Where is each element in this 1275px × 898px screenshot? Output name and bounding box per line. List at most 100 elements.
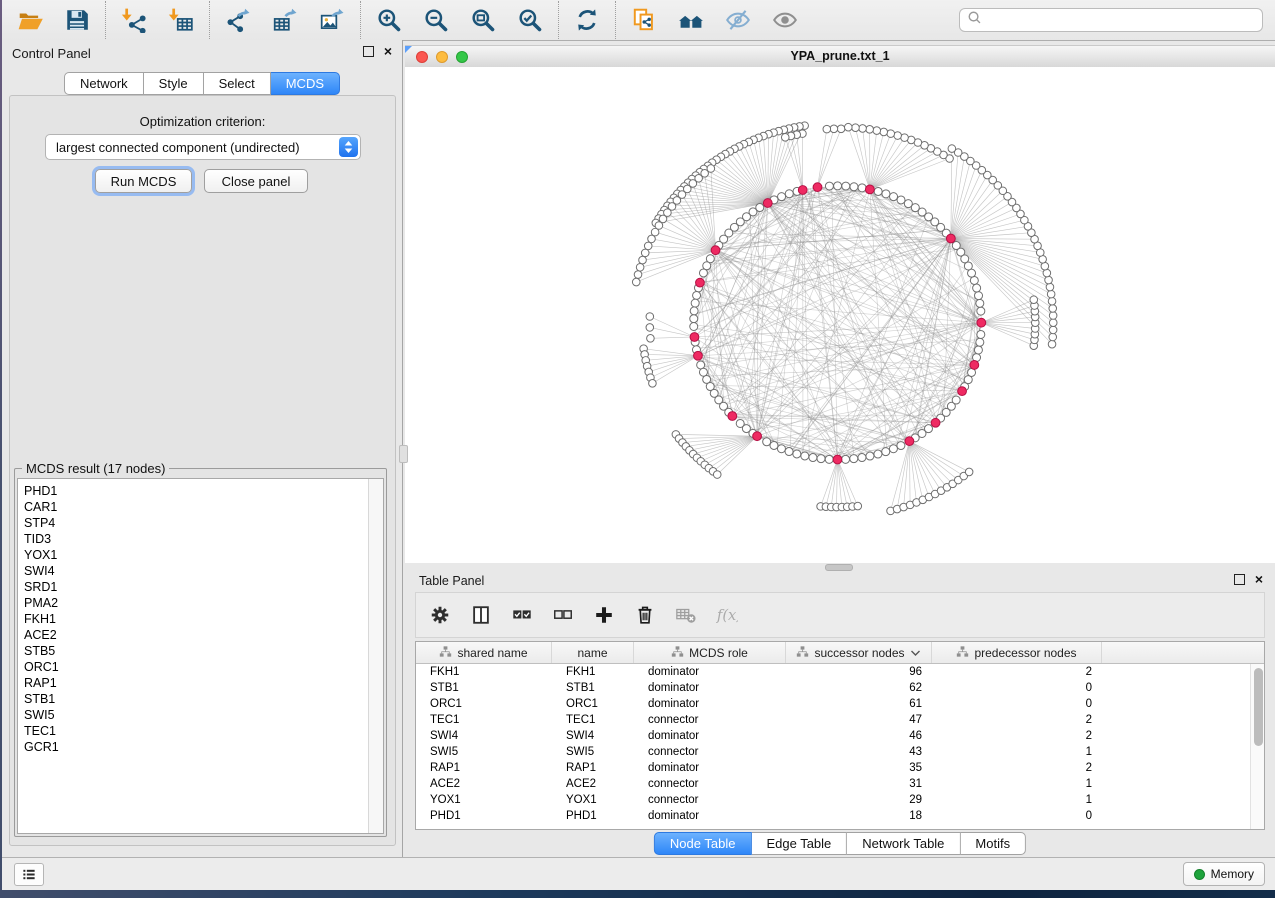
export-table-icon[interactable] bbox=[272, 7, 298, 33]
table-row[interactable]: ORC1ORC1dominator610 bbox=[416, 696, 1264, 712]
cell-mcds_role: connector bbox=[634, 794, 786, 806]
maximize-window-icon[interactable] bbox=[456, 51, 468, 63]
criterion-dropdown[interactable]: largest connected component (undirected) bbox=[45, 134, 361, 160]
zoom-fit-icon[interactable] bbox=[470, 7, 496, 33]
control-panel: Control Panel × NetworkStyleSelectMCDS O… bbox=[2, 40, 403, 858]
column-header-shared-name[interactable]: shared name bbox=[416, 642, 552, 663]
tab-node-table[interactable]: Node Table bbox=[654, 832, 752, 855]
clone-network-icon[interactable] bbox=[631, 7, 657, 33]
zoom-selected-icon[interactable] bbox=[517, 7, 543, 33]
deselect-all-icon[interactable] bbox=[552, 604, 574, 626]
zoom-in-icon[interactable] bbox=[376, 7, 402, 33]
result-list-item[interactable]: TID3 bbox=[18, 531, 383, 547]
minimize-window-icon[interactable] bbox=[436, 51, 448, 63]
table-row[interactable]: SWI4SWI4dominator462 bbox=[416, 728, 1264, 744]
memory-button[interactable]: Memory bbox=[1183, 862, 1265, 886]
close-panel-button[interactable]: Close panel bbox=[204, 169, 308, 193]
result-list-item[interactable]: STP4 bbox=[18, 515, 383, 531]
result-list-item[interactable]: CAR1 bbox=[18, 499, 383, 515]
table-settings-icon[interactable] bbox=[429, 604, 451, 626]
search-input[interactable] bbox=[987, 12, 1255, 29]
import-network-icon[interactable] bbox=[121, 7, 147, 33]
list-icon bbox=[20, 867, 38, 882]
search-icon bbox=[967, 10, 982, 30]
tab-select[interactable]: Select bbox=[204, 72, 271, 95]
table-row[interactable]: YOX1YOX1connector291 bbox=[416, 792, 1264, 808]
search-box[interactable] bbox=[959, 8, 1263, 32]
table-panel: Table Panel × f(x) shared namenameMCDS r… bbox=[405, 571, 1275, 858]
result-list-item[interactable]: ACE2 bbox=[18, 627, 383, 643]
float-panel-icon[interactable] bbox=[363, 46, 374, 57]
import-table-icon[interactable] bbox=[168, 7, 194, 33]
first-neighbors-icon[interactable] bbox=[678, 7, 704, 33]
table-column-icon bbox=[439, 645, 452, 661]
tab-style[interactable]: Style bbox=[144, 72, 204, 95]
show-columns-icon[interactable] bbox=[470, 604, 492, 626]
add-entry-icon[interactable] bbox=[593, 604, 615, 626]
hide-selected-icon[interactable] bbox=[725, 7, 751, 33]
cell-shared_name: FKH1 bbox=[416, 666, 552, 678]
table-row[interactable]: TEC1TEC1connector472 bbox=[416, 712, 1264, 728]
close-panel-icon[interactable]: × bbox=[384, 46, 392, 57]
result-list-item[interactable]: TEC1 bbox=[18, 723, 383, 739]
cell-name: ORC1 bbox=[552, 698, 634, 710]
delete-entry-icon[interactable] bbox=[634, 604, 656, 626]
mcds-result-list[interactable]: PHD1CAR1STP4TID3YOX1SWI4SRD1PMA2FKH1ACE2… bbox=[17, 478, 384, 834]
table-row[interactable]: SWI5SWI5connector431 bbox=[416, 744, 1264, 760]
result-list-item[interactable]: ORC1 bbox=[18, 659, 383, 675]
float-table-panel-icon[interactable] bbox=[1234, 574, 1245, 585]
result-list-item[interactable]: SRD1 bbox=[18, 579, 383, 595]
result-list-scrollbar[interactable] bbox=[368, 479, 383, 833]
table-column-icon bbox=[956, 645, 969, 661]
table-row[interactable]: FKH1FKH1dominator962 bbox=[416, 664, 1264, 680]
cell-name: SWI4 bbox=[552, 730, 634, 742]
result-list-item[interactable]: STB5 bbox=[18, 643, 383, 659]
tab-network[interactable]: Network bbox=[64, 72, 144, 95]
table-scrollbar-thumb[interactable] bbox=[1254, 668, 1263, 746]
column-header-successor-nodes[interactable]: successor nodes bbox=[786, 642, 932, 663]
select-all-icon[interactable] bbox=[511, 604, 533, 626]
result-list-item[interactable]: FKH1 bbox=[18, 611, 383, 627]
horizontal-splitter[interactable] bbox=[403, 563, 1275, 571]
table-row[interactable]: STB1STB1dominator620 bbox=[416, 680, 1264, 696]
network-graph[interactable] bbox=[405, 67, 1275, 563]
table-row[interactable]: PHD1PHD1dominator180 bbox=[416, 808, 1264, 824]
column-header-name[interactable]: name bbox=[552, 642, 634, 663]
table-scrollbar[interactable] bbox=[1250, 664, 1264, 829]
column-header-mcds-role[interactable]: MCDS role bbox=[634, 642, 786, 663]
save-session-icon[interactable] bbox=[64, 7, 90, 33]
open-file-icon[interactable] bbox=[17, 7, 43, 33]
result-list-item[interactable]: STB1 bbox=[18, 691, 383, 707]
export-image-icon[interactable] bbox=[319, 7, 345, 33]
result-list-item[interactable]: YOX1 bbox=[18, 547, 383, 563]
result-list-item[interactable]: PHD1 bbox=[18, 483, 383, 499]
show-all-icon[interactable] bbox=[772, 7, 798, 33]
network-canvas[interactable] bbox=[405, 67, 1275, 563]
close-window-icon[interactable] bbox=[416, 51, 428, 63]
result-list-item[interactable]: GCR1 bbox=[18, 739, 383, 755]
tab-motifs[interactable]: Motifs bbox=[960, 832, 1026, 855]
vertical-splitter-handle[interactable] bbox=[399, 445, 408, 463]
tab-edge-table[interactable]: Edge Table bbox=[751, 832, 847, 855]
network-window-titlebar[interactable]: YPA_prune.txt_1 bbox=[405, 45, 1275, 68]
mcds-result-groupbox: MCDS result (17 nodes) PHD1CAR1STP4TID3Y… bbox=[14, 468, 387, 837]
result-list-item[interactable]: RAP1 bbox=[18, 675, 383, 691]
cell-shared_name: TEC1 bbox=[416, 714, 552, 726]
task-history-button[interactable] bbox=[14, 863, 44, 886]
result-list-item[interactable]: PMA2 bbox=[18, 595, 383, 611]
table-row[interactable]: RAP1RAP1dominator352 bbox=[416, 760, 1264, 776]
table-row[interactable]: ACE2ACE2connector311 bbox=[416, 776, 1264, 792]
tab-mcds[interactable]: MCDS bbox=[271, 72, 340, 95]
cell-mcds_role: dominator bbox=[634, 666, 786, 678]
run-mcds-button[interactable]: Run MCDS bbox=[95, 169, 192, 193]
refresh-network-icon[interactable] bbox=[574, 7, 600, 33]
result-list-item[interactable]: SWI5 bbox=[18, 707, 383, 723]
zoom-out-icon[interactable] bbox=[423, 7, 449, 33]
export-network-icon[interactable] bbox=[225, 7, 251, 33]
tab-network-table[interactable]: Network Table bbox=[847, 832, 960, 855]
column-header-predecessor-nodes[interactable]: predecessor nodes bbox=[932, 642, 1102, 663]
splitter-grip[interactable] bbox=[825, 564, 853, 571]
close-table-panel-icon[interactable]: × bbox=[1255, 574, 1263, 585]
control-panel-tabbar: NetworkStyleSelectMCDS bbox=[64, 72, 340, 95]
result-list-item[interactable]: SWI4 bbox=[18, 563, 383, 579]
